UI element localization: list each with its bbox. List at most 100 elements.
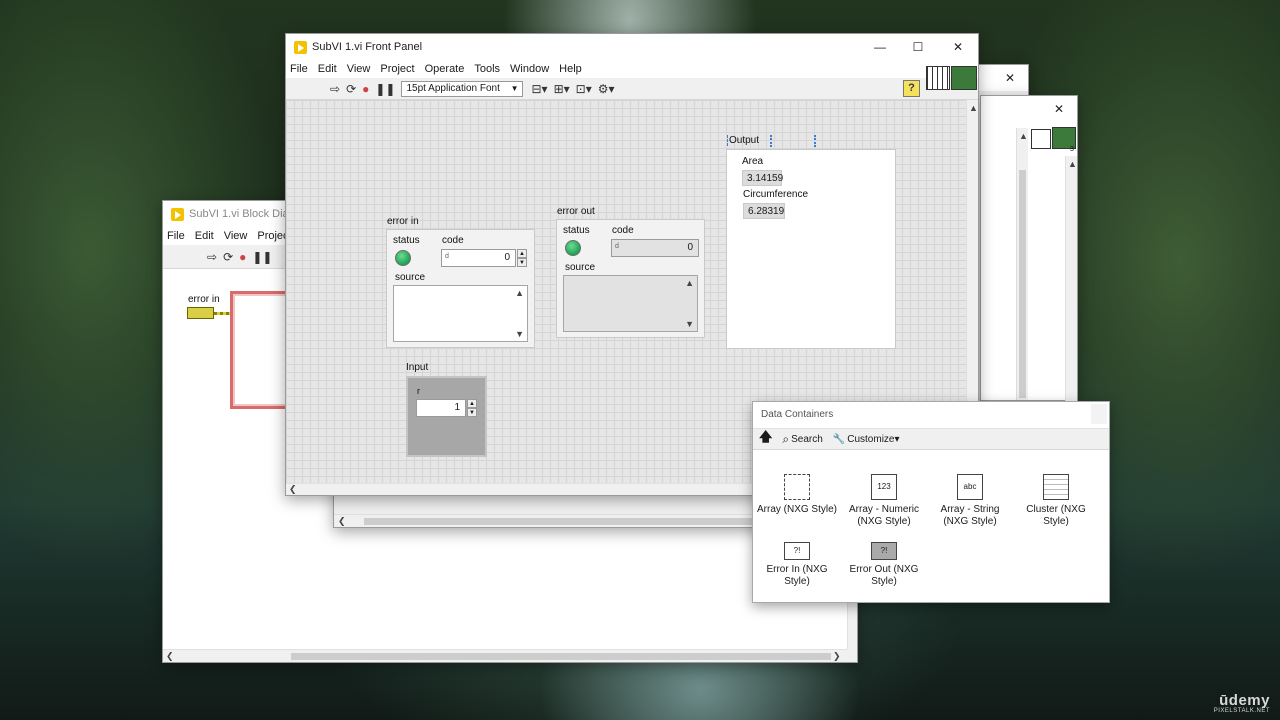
palette-customize-button[interactable]: Customize▾ bbox=[847, 434, 899, 445]
menu-view[interactable]: View bbox=[347, 63, 371, 75]
scroll-up-arrow[interactable]: ▲ bbox=[515, 288, 524, 298]
menu-operate[interactable]: Operate bbox=[425, 63, 465, 75]
back-window-3[interactable]: ✕ 3 ▲ bbox=[980, 95, 1078, 401]
r-label: r bbox=[417, 386, 420, 396]
menu-help[interactable]: Help bbox=[559, 63, 582, 75]
array-icon bbox=[784, 474, 810, 500]
help-icon[interactable]: ? bbox=[903, 80, 920, 97]
font-select[interactable]: 15pt Application Font ▼ bbox=[401, 80, 524, 97]
front-panel-toolbar: ⇨ ⟳ ● ❚❚ 15pt Application Font ▼ ⊟▾ ⊞▾ ⊡… bbox=[286, 78, 978, 100]
error-out-cluster[interactable]: status code d 0 source ▲ ▼ bbox=[556, 219, 705, 338]
palette-item-array-string[interactable]: abc Array - String (NXG Style) bbox=[927, 474, 1013, 528]
palette-item-label: Error Out (NXG Style) bbox=[849, 564, 919, 587]
close-icon[interactable]: ✕ bbox=[992, 65, 1028, 91]
area-indicator: 3.14159 bbox=[742, 170, 783, 186]
menu-view[interactable]: View bbox=[224, 230, 248, 242]
palette-item-label: Cluster (NXG Style) bbox=[1026, 504, 1086, 527]
align-objects-icon[interactable]: ⊟▾ bbox=[531, 82, 547, 96]
palette-item-error-out[interactable]: ?! Error Out (NXG Style) bbox=[841, 542, 927, 588]
brand-name: ūdemy bbox=[1219, 692, 1270, 709]
increment-icon[interactable]: ▲ bbox=[517, 249, 527, 258]
menu-file[interactable]: File bbox=[290, 63, 308, 75]
run-continuous-icon[interactable]: ⟳ bbox=[346, 82, 356, 96]
up-arrow-icon[interactable]: 🡅 bbox=[759, 428, 772, 450]
run-continuous-icon[interactable]: ⟳ bbox=[223, 250, 233, 264]
run-arrow-icon[interactable]: ⇨ bbox=[207, 250, 217, 264]
output-cluster[interactable]: Area 3.14159 Circumference 6.28319 bbox=[726, 149, 896, 349]
minimize-icon[interactable]: — bbox=[862, 34, 898, 60]
decrement-icon[interactable]: ▼ bbox=[517, 258, 527, 267]
hscroll-thumb[interactable] bbox=[364, 518, 764, 525]
front-panel-menubar: File Edit View Project Operate Tools Win… bbox=[286, 60, 978, 78]
front-panel-titlebar[interactable]: SubVI 1.vi Front Panel — ☐ ✕ bbox=[286, 34, 978, 60]
abort-icon[interactable]: ● bbox=[239, 250, 246, 264]
vscroll-thumb[interactable] bbox=[1019, 170, 1026, 398]
error-out-status-label: status bbox=[563, 225, 590, 236]
menu-edit[interactable]: Edit bbox=[318, 63, 337, 75]
case-structure[interactable] bbox=[230, 291, 290, 409]
error-out-icon: ?! bbox=[871, 542, 897, 560]
error-in-source-field[interactable]: ▲ ▼ bbox=[393, 285, 528, 342]
scroll-left-arrow[interactable]: ❮ bbox=[166, 651, 174, 662]
error-in-terminal-label: error in bbox=[188, 294, 220, 305]
data-containers-palette[interactable]: Data Containers 🡅 ⌕ Search 🔧 Customize▾ … bbox=[752, 401, 1110, 603]
input-cluster[interactable]: r 1 ▲ ▼ bbox=[406, 376, 487, 457]
back-window-3-vscroll[interactable]: ▲ bbox=[1065, 156, 1077, 401]
run-arrow-icon[interactable]: ⇨ bbox=[330, 82, 340, 96]
decrement-icon[interactable]: ▼ bbox=[467, 408, 477, 417]
menu-edit[interactable]: Edit bbox=[195, 230, 214, 242]
error-in-code-label: code bbox=[442, 235, 464, 246]
menu-file[interactable]: File bbox=[167, 230, 185, 242]
error-out-label: error out bbox=[557, 206, 595, 217]
abort-icon[interactable]: ● bbox=[362, 82, 369, 96]
back-window-2-vscroll-top[interactable]: ▲ bbox=[1016, 128, 1028, 400]
reorder-icon[interactable]: ⚙▾ bbox=[598, 82, 615, 96]
palette-item-label: Array - Numeric (NXG Style) bbox=[848, 504, 919, 527]
scroll-right-arrow[interactable]: ❯ bbox=[833, 651, 841, 662]
brand-sub: PIXELSTALK.NET bbox=[1213, 708, 1270, 714]
scroll-up-arrow[interactable]: ▲ bbox=[969, 103, 978, 113]
pause-icon[interactable]: ❚❚ bbox=[252, 250, 272, 264]
hscroll-thumb[interactable] bbox=[291, 653, 831, 660]
error-in-terminal[interactable] bbox=[187, 307, 214, 319]
output-label: Output bbox=[727, 135, 760, 146]
input-label: Input bbox=[406, 362, 429, 373]
scroll-down-arrow[interactable]: ▼ bbox=[515, 329, 524, 339]
pause-icon[interactable]: ❚❚ bbox=[375, 82, 395, 96]
palette-item-cluster[interactable]: Cluster (NXG Style) bbox=[1013, 474, 1099, 528]
resize-objects-icon[interactable]: ⊡▾ bbox=[576, 82, 592, 96]
palette-close-icon[interactable] bbox=[1091, 404, 1107, 424]
menu-window[interactable]: Window bbox=[510, 63, 549, 75]
error-out-source-label: source bbox=[565, 262, 596, 273]
error-in-status-led[interactable] bbox=[395, 250, 411, 266]
error-out-code-value: 0 bbox=[687, 242, 693, 253]
scroll-down-arrow[interactable]: ▼ bbox=[685, 319, 694, 329]
scroll-left-arrow[interactable]: ❮ bbox=[338, 516, 346, 527]
block-diagram-hscroll[interactable]: ❮ ❯ bbox=[163, 649, 847, 662]
distribute-objects-icon[interactable]: ⊞▾ bbox=[554, 82, 570, 96]
palette-item-label: Array (NXG Style) bbox=[756, 504, 837, 515]
vi-icon bbox=[294, 40, 307, 54]
back-window-3-titlebar[interactable]: ✕ bbox=[981, 96, 1077, 122]
scroll-up-arrow[interactable]: ▲ bbox=[1068, 159, 1077, 169]
maximize-icon[interactable]: ☐ bbox=[900, 34, 936, 60]
error-out-status-led bbox=[565, 240, 581, 256]
palette-item-array[interactable]: Array (NXG Style) bbox=[754, 474, 840, 516]
scroll-up-arrow[interactable]: ▲ bbox=[685, 278, 694, 288]
error-in-code-field[interactable]: d 0 bbox=[441, 249, 516, 267]
palette-item-error-in[interactable]: ?! Error In (NXG Style) bbox=[754, 542, 840, 588]
palette-item-array-numeric[interactable]: 123 Array - Numeric (NXG Style) bbox=[841, 474, 927, 528]
close-icon[interactable]: ✕ bbox=[940, 34, 976, 60]
palette-item-label: Array - String (NXG Style) bbox=[940, 504, 1000, 527]
error-in-cluster[interactable]: status code d 0 ▲ ▼ source ▲ ▼ bbox=[386, 229, 535, 348]
search-icon[interactable]: ⌕ bbox=[782, 432, 789, 447]
r-field[interactable]: 1 bbox=[416, 399, 466, 417]
scroll-left-arrow[interactable]: ❮ bbox=[289, 484, 297, 495]
wrench-icon[interactable]: 🔧 bbox=[833, 434, 845, 445]
scroll-up-arrow[interactable]: ▲ bbox=[1019, 131, 1028, 141]
close-icon[interactable]: ✕ bbox=[1041, 96, 1077, 122]
increment-icon[interactable]: ▲ bbox=[467, 399, 477, 408]
menu-project[interactable]: Project bbox=[380, 63, 414, 75]
palette-search-button[interactable]: Search bbox=[791, 434, 823, 445]
menu-tools[interactable]: Tools bbox=[474, 63, 500, 75]
